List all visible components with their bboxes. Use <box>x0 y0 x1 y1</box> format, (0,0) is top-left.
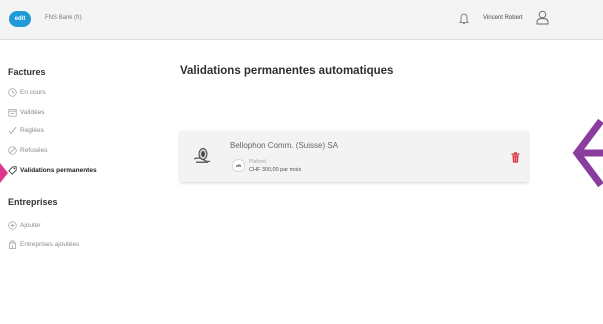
sidebar-item-entreprises-ajoutees[interactable]: Entreprises ajoutées <box>8 240 79 250</box>
sidebar-section-entreprises: Entreprises <box>8 197 58 207</box>
app-logo[interactable]: edit <box>9 11 31 27</box>
sidebar-item-label: En cours <box>20 89 46 97</box>
limit-type: Plafond <box>249 159 266 165</box>
sidebar-item-label: Validées <box>20 109 45 117</box>
sidebar-item-en-cours[interactable]: En cours <box>8 88 46 98</box>
sidebar-item-label: Refusées <box>20 147 48 155</box>
sidebar-item-label: Réglées <box>20 127 44 135</box>
forbidden-icon <box>8 146 17 155</box>
plus-circle-icon <box>8 221 17 230</box>
sidebar-item-ajouter[interactable]: Ajouter <box>8 221 41 231</box>
calendar-icon <box>8 109 17 117</box>
company-name: Bellophon Comm. (Suisse) SA <box>230 141 339 150</box>
check-icon <box>8 126 17 135</box>
sidebar-section-factures: Factures <box>8 67 46 77</box>
clock-icon <box>8 88 17 97</box>
sidebar-item-validees[interactable]: Validées <box>8 108 44 118</box>
sidebar-item-label: Validations permanentes <box>20 167 97 175</box>
sidebar-item-refusees[interactable]: Refusées <box>8 146 47 156</box>
pointer-arrow-right-icon <box>572 118 603 188</box>
trash-icon[interactable] <box>511 152 520 163</box>
user-icon[interactable] <box>536 10 549 25</box>
company-logo-icon <box>193 148 211 163</box>
tag-icon <box>8 166 17 175</box>
user-name[interactable]: Vincent Robert <box>483 15 523 21</box>
page-title: Validations permanentes automatiques <box>180 65 394 77</box>
pointer-arrow-left-icon <box>0 163 8 183</box>
building-icon <box>9 240 16 249</box>
sidebar-item-label: Ajouter <box>20 222 41 230</box>
top-bar: edit FNS Bank (fr) Vincent Robert <box>0 0 603 40</box>
limit-amount: CHF 300,00 par mois <box>249 167 302 173</box>
bell-icon[interactable] <box>459 13 469 25</box>
sidebar-item-validations-permanentes[interactable]: Validations permanentes <box>8 166 97 176</box>
sidebar-item-reglees[interactable]: Réglées <box>8 126 44 136</box>
sidebar-item-label: Entreprises ajoutées <box>20 241 80 249</box>
bank-name[interactable]: FNS Bank (fr) <box>45 15 82 21</box>
ebill-badge: eB <box>232 159 245 172</box>
validation-card[interactable]: Bellophon Comm. (Suisse) SA eB Plafond C… <box>180 131 528 182</box>
